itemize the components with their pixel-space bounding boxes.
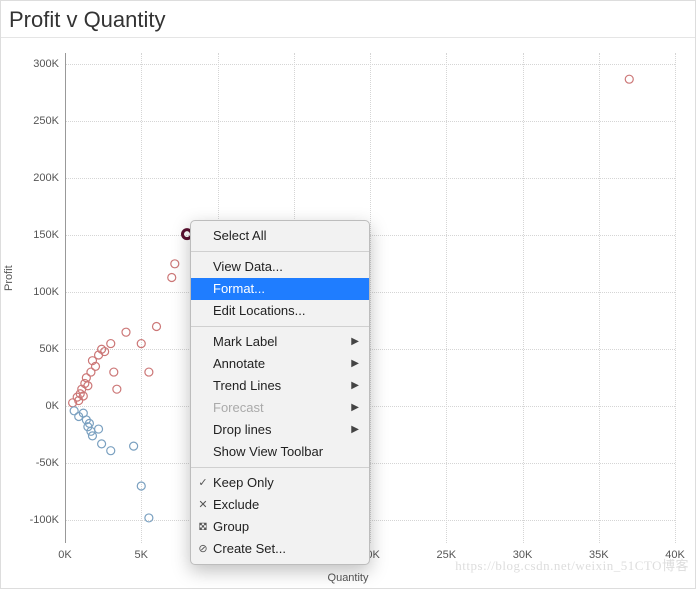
menu-select-all[interactable]: Select All [191,225,369,247]
submenu-arrow-icon: ▶ [351,377,359,395]
y-tick: 50K [11,343,59,355]
y-tick: 250K [11,115,59,127]
menu-forecast: Forecast▶ [191,397,369,419]
check-icon: ✓ [196,474,210,492]
menu-show-toolbar[interactable]: Show View Toolbar [191,441,369,463]
submenu-arrow-icon: ▶ [351,399,359,417]
menu-exclude[interactable]: ✕Exclude [191,494,369,516]
submenu-arrow-icon: ▶ [351,333,359,351]
y-tick: 150K [11,229,59,241]
menu-group[interactable]: 𖣯Group [191,516,369,538]
context-menu: Select All View Data... Format... Edit L… [190,220,370,565]
menu-create-set[interactable]: ⊘Create Set... [191,538,369,560]
y-tick: -50K [11,457,59,469]
y-tick: 300K [11,58,59,70]
menu-drop-lines[interactable]: Drop lines▶ [191,419,369,441]
exclude-icon: ✕ [196,496,210,514]
y-tick: -100K [11,514,59,526]
x-axis-label: Quantity [328,572,369,584]
x-tick: 5K [135,549,148,561]
x-tick: 0K [58,549,71,561]
menu-annotate[interactable]: Annotate▶ [191,353,369,375]
menu-edit-locations[interactable]: Edit Locations... [191,300,369,322]
menu-mark-label[interactable]: Mark Label▶ [191,331,369,353]
y-tick: 100K [11,286,59,298]
menu-keep-only[interactable]: ✓Keep Only [191,472,369,494]
menu-view-data[interactable]: View Data... [191,256,369,278]
y-tick: 200K [11,172,59,184]
group-icon: 𖣯 [196,518,210,536]
menu-format[interactable]: Format... [191,278,369,300]
scatter-points [65,53,675,543]
submenu-arrow-icon: ▶ [351,355,359,373]
x-tick: 25K [436,549,456,561]
menu-trend-lines[interactable]: Trend Lines▶ [191,375,369,397]
submenu-arrow-icon: ▶ [351,421,359,439]
chart-plot-area[interactable] [65,53,675,543]
page-title: Profit v Quantity [1,1,695,38]
watermark-text: https://blog.csdn.net/weixin_51CTO博客 [455,555,689,574]
set-icon: ⊘ [196,540,210,558]
y-tick: 0K [11,400,59,412]
